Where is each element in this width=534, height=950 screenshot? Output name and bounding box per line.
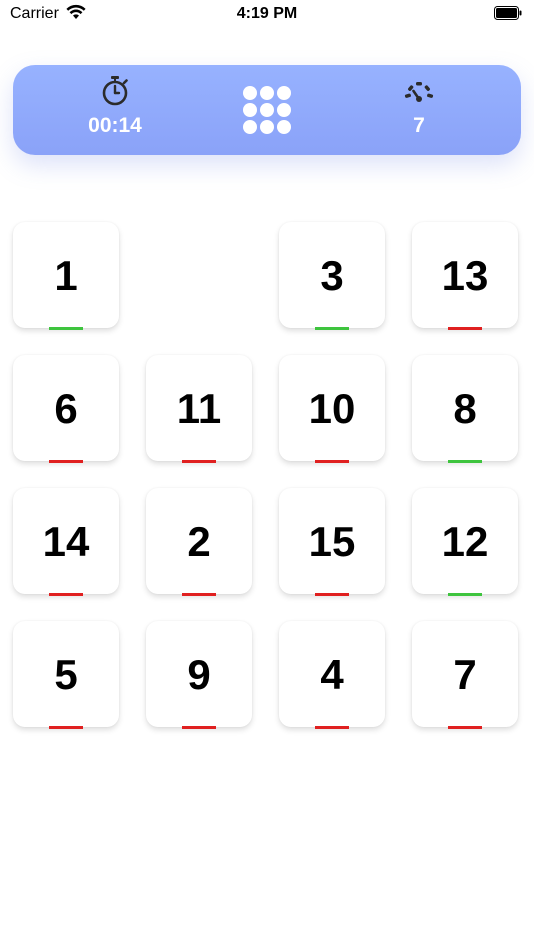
tile-number: 11: [176, 385, 222, 432]
puzzle-tile[interactable]: 5: [13, 621, 119, 729]
tile-number: 8: [453, 385, 477, 432]
tile-position-indicator: [448, 327, 482, 330]
puzzle-tile[interactable]: 3: [279, 222, 385, 330]
tile-number: 6: [54, 385, 78, 432]
tile-position-indicator: [182, 460, 216, 463]
tile-position-indicator: [49, 327, 83, 330]
puzzle-tile[interactable]: 12: [412, 488, 518, 596]
tile-position-indicator: [448, 460, 482, 463]
tile-position-indicator: [448, 593, 482, 596]
tile-number: 14: [42, 518, 90, 565]
puzzle-tile[interactable]: 15: [279, 488, 385, 596]
tile-number: 10: [308, 385, 356, 432]
puzzle-board: 1 3 13 6 11 10 8 14 2 15 12 5 9 4 7: [0, 0, 534, 950]
puzzle-tile[interactable]: 13: [412, 222, 518, 330]
tile-number: 5: [54, 651, 78, 698]
tile-position-indicator: [182, 593, 216, 596]
puzzle-tile[interactable]: 4: [279, 621, 385, 729]
puzzle-tile[interactable]: 1: [13, 222, 119, 330]
puzzle-tile[interactable]: 8: [412, 355, 518, 463]
tile-number: 9: [187, 651, 211, 698]
tile-number: 13: [441, 252, 489, 299]
tile-number: 12: [441, 518, 489, 565]
tile-position-indicator: [315, 460, 349, 463]
puzzle-tile[interactable]: 11: [146, 355, 252, 463]
tile-number: 7: [453, 651, 477, 698]
puzzle-tile[interactable]: 9: [146, 621, 252, 729]
tile-number: 3: [320, 252, 344, 299]
tile-position-indicator: [315, 327, 349, 330]
tile-number: 4: [320, 651, 344, 698]
tile-position-indicator: [315, 726, 349, 729]
tile-number: 15: [308, 518, 356, 565]
tile-position-indicator: [182, 726, 216, 729]
tile-position-indicator: [49, 726, 83, 729]
tile-number: 2: [187, 518, 211, 565]
puzzle-tile[interactable]: 10: [279, 355, 385, 463]
tile-position-indicator: [49, 593, 83, 596]
puzzle-tile[interactable]: 14: [13, 488, 119, 596]
tile-position-indicator: [49, 460, 83, 463]
puzzle-tile[interactable]: 2: [146, 488, 252, 596]
tile-number: 1: [54, 252, 78, 299]
tile-position-indicator: [448, 726, 482, 729]
tile-position-indicator: [315, 593, 349, 596]
puzzle-tile[interactable]: 6: [13, 355, 119, 463]
puzzle-tile[interactable]: 7: [412, 621, 518, 729]
